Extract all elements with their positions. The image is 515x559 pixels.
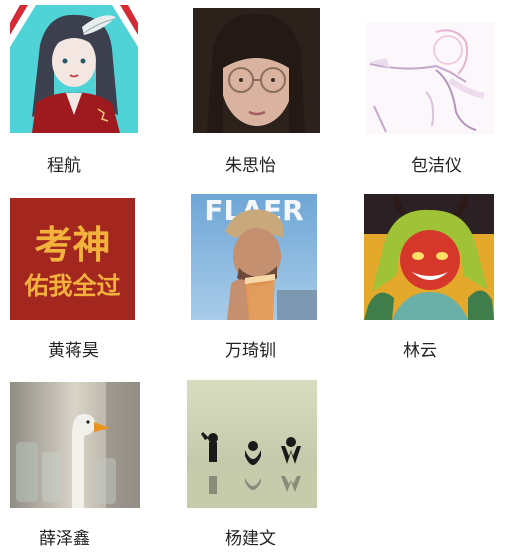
contact-avatar[interactable] <box>366 22 494 134</box>
contact-card-3[interactable]: 包洁仪 <box>366 22 494 180</box>
avatar-dancing-letters-image <box>187 380 317 508</box>
contact-name[interactable]: 朱思怡 <box>225 155 276 177</box>
contact-avatar[interactable] <box>10 382 140 508</box>
avatar-sketch-image <box>366 22 494 134</box>
avatar-goose-image <box>10 382 140 508</box>
poster-line-1: 考神 <box>34 223 110 267</box>
contact-card-7[interactable]: 薛泽鑫 <box>10 382 140 552</box>
contact-name[interactable]: 程航 <box>47 155 81 177</box>
contact-card-6[interactable]: 林云 <box>364 194 494 368</box>
avatar-photo-image <box>193 8 320 133</box>
contact-name[interactable]: 万琦钏 <box>225 340 276 362</box>
contact-card-2[interactable]: 朱思怡 <box>193 8 320 180</box>
avatar-text-poster-image: 考神 佑我全过 <box>10 198 135 320</box>
contact-card-1[interactable]: 程航 <box>10 5 138 180</box>
contact-avatar[interactable] <box>187 380 317 508</box>
contact-name[interactable]: 杨建文 <box>225 528 276 550</box>
contact-avatar[interactable]: FLAER <box>191 194 317 320</box>
contact-avatar[interactable] <box>10 5 138 133</box>
contact-card-8[interactable]: 杨建文 <box>187 380 317 552</box>
contact-name[interactable]: 林云 <box>403 340 437 362</box>
avatar-magazine-image: FLAER <box>191 194 317 320</box>
contact-card-5[interactable]: FLAER 万琦钏 <box>191 194 317 368</box>
poster-line-2: 佑我全过 <box>24 272 121 300</box>
contact-name[interactable]: 黄蒋昊 <box>48 340 99 362</box>
contact-avatar[interactable]: 考神 佑我全过 <box>10 198 135 320</box>
avatar-demon-image <box>364 194 494 320</box>
contact-avatar[interactable] <box>364 194 494 320</box>
contact-name[interactable]: 包洁仪 <box>411 155 462 177</box>
avatar-anime-girl-image <box>10 5 138 133</box>
contact-name[interactable]: 薛泽鑫 <box>39 528 90 550</box>
contact-card-4[interactable]: 考神 佑我全过 黄蒋昊 <box>10 198 135 368</box>
contact-avatar[interactable] <box>193 8 320 133</box>
